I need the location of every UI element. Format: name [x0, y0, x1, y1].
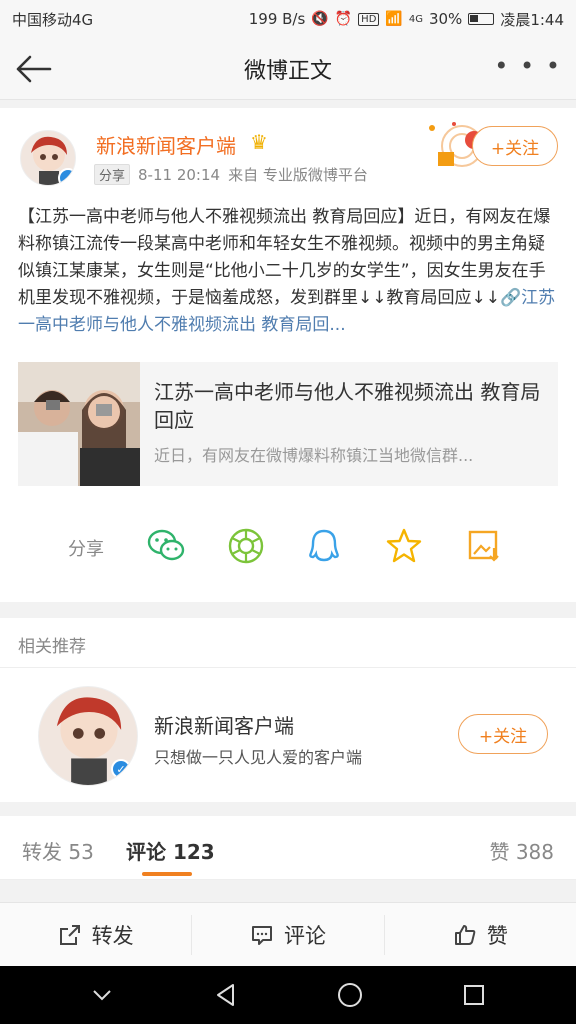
- article-title: 江苏一高中老师与他人不雅视频流出 教育局回应: [154, 380, 541, 432]
- related-account-card[interactable]: ✓ 新浪新闻客户端 只想做一只人见人爱的客户端 +关注: [0, 668, 576, 802]
- favorite-star-icon[interactable]: [384, 526, 424, 566]
- active-tab-indicator: [142, 872, 192, 876]
- article-card[interactable]: 江苏一高中老师与他人不雅视频流出 教育局回应 近日，有网友在微博爆料称镇江当地微…: [18, 362, 558, 486]
- system-nav-bar: [0, 966, 576, 1024]
- crown-icon: ♛: [250, 130, 268, 154]
- related-avatar[interactable]: ✓: [38, 686, 138, 786]
- bottom-action-bar: 转发 评论 赞: [0, 902, 576, 966]
- battery-percent: 30%: [428, 10, 463, 28]
- related-name[interactable]: 新浪新闻客户端: [154, 710, 294, 739]
- home-circle-icon[interactable]: [330, 975, 370, 1015]
- back-triangle-icon[interactable]: [206, 975, 246, 1015]
- post-source: 来自 专业版微博平台: [228, 166, 368, 184]
- repost-button[interactable]: 转发: [0, 915, 193, 955]
- page-title: 微博正文: [243, 58, 332, 84]
- nav-bar: 微博正文 • • •: [0, 38, 576, 100]
- battery-icon: [468, 13, 495, 25]
- tab-like[interactable]: 赞 388: [489, 836, 554, 865]
- comment-icon: [251, 926, 272, 945]
- like-button[interactable]: 赞: [385, 915, 576, 955]
- share-label: 分享: [68, 539, 104, 560]
- back-arrow-icon[interactable]: [14, 54, 54, 84]
- more-icon[interactable]: • • •: [494, 52, 562, 80]
- repost-label: 转发: [91, 924, 134, 948]
- share-row: 分享: [0, 526, 576, 570]
- related-desc: 只想做一只人见人爱的客户端: [154, 748, 363, 767]
- interaction-tabs: 转发 53 评论 123 赞 388: [0, 816, 576, 880]
- status-bar: 中国移动4G 199 B/s 🔇 ⏰ HD 📶 4G 30% 凌晨1:44: [0, 0, 576, 38]
- post-card: ✓ 新浪新闻客户端 ♛ 分享 8-11 20:14 来自 专业版微博平台 +关注…: [0, 108, 576, 602]
- article-card-body: 江苏一高中老师与他人不雅视频流出 教育局回应 近日，有网友在微博爆料称镇江当地微…: [140, 362, 558, 486]
- related-verified-icon: ✓: [111, 759, 131, 779]
- like-label: 赞: [486, 924, 508, 948]
- related-header: 相关推荐: [0, 618, 576, 668]
- post-time: 8-11 20:14: [138, 165, 221, 184]
- wechat-icon[interactable]: [146, 526, 186, 566]
- repost-icon: [59, 925, 80, 945]
- related-follow-button[interactable]: +关注: [458, 714, 548, 754]
- author-name[interactable]: 新浪新闻客户端: [96, 130, 236, 159]
- qq-icon[interactable]: [304, 526, 344, 566]
- thumbs-up-icon: [454, 925, 476, 945]
- follow-button[interactable]: +关注: [472, 126, 558, 166]
- alarm-icon: ⏰: [334, 11, 353, 27]
- comment-label: 评论: [283, 924, 326, 948]
- status-icons: 199 B/s 🔇 ⏰ HD 📶 4G 30% 凌晨1:44: [249, 9, 564, 30]
- post-body: 【江苏一高中老师与他人不雅视频流出 教育局回应】近日，有网友在爆料称镇江流传一段…: [18, 207, 551, 308]
- tab-repost[interactable]: 转发 53: [22, 836, 94, 865]
- share-tag: 分享: [94, 164, 131, 185]
- article-desc: 近日，有网友在微博爆料称镇江当地微信群...: [154, 446, 474, 465]
- carrier-label: 中国移动4G: [12, 10, 94, 29]
- signal-label: 4G: [408, 13, 423, 25]
- comment-button[interactable]: 评论: [192, 915, 385, 955]
- post-meta: 分享 8-11 20:14 来自 专业版微博平台: [94, 164, 368, 185]
- hd-icon: HD: [358, 12, 380, 26]
- chevron-down-icon[interactable]: [82, 975, 122, 1015]
- network-speed: 199 B/s: [248, 10, 306, 28]
- tab-comment[interactable]: 评论 123: [126, 836, 215, 865]
- recents-square-icon[interactable]: [454, 975, 494, 1015]
- mute-icon: 🔇: [311, 11, 329, 27]
- author-avatar[interactable]: ✓: [20, 130, 76, 186]
- verified-badge-icon: ✓: [58, 168, 75, 185]
- post-text: 【江苏一高中老师与他人不雅视频流出 教育局回应】近日，有网友在爆料称镇江流传一段…: [18, 204, 558, 339]
- save-image-icon[interactable]: [464, 526, 504, 566]
- clock: 凌晨1:44: [500, 10, 564, 29]
- wifi-icon: 📶: [385, 11, 403, 27]
- moments-icon[interactable]: [226, 526, 266, 566]
- article-thumbnail: [18, 362, 140, 486]
